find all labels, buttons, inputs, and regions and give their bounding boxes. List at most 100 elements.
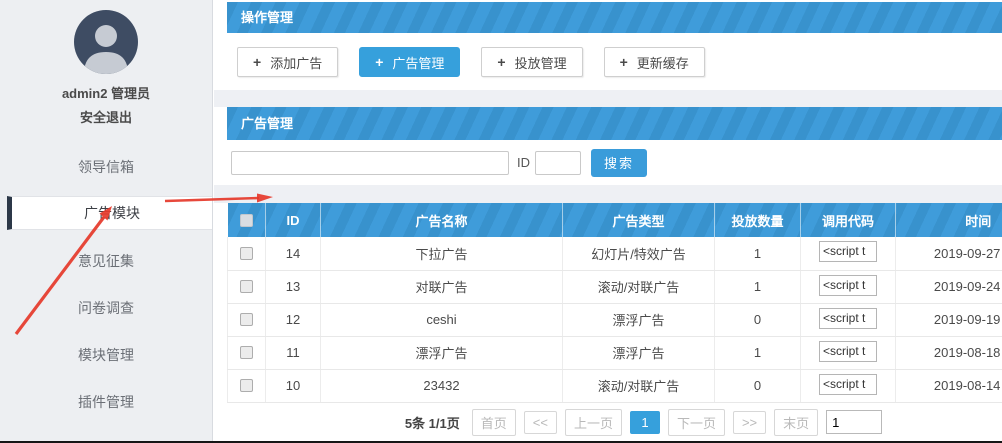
cell-id: 11 xyxy=(266,336,321,369)
sidebar-item-label: 问卷调查 xyxy=(78,298,134,318)
row-checkbox[interactable] xyxy=(240,313,253,326)
cell-time: 2019-09-27 14: xyxy=(896,237,1002,270)
id-input[interactable] xyxy=(535,151,581,175)
row-checkbox[interactable] xyxy=(240,280,253,293)
row-select-cell xyxy=(228,237,266,270)
sidebar: admin2 管理员 安全退出 领导信箱广告模块意见征集问卷调查模块管理插件管理… xyxy=(0,0,213,441)
keyword-input[interactable] xyxy=(231,151,509,175)
plus-icon: + xyxy=(497,54,505,70)
cell-name: 下拉广告 xyxy=(321,237,563,270)
section-divider xyxy=(214,90,1002,107)
last-page-button[interactable]: 末页 xyxy=(774,409,818,436)
toolbar-button-label: 添加广告 xyxy=(270,53,322,72)
table-row: 1023432滚动/对联广告0 <script t 2019-08-14 17: xyxy=(228,369,1002,402)
sidebar-item-label: 意见征集 xyxy=(78,251,134,271)
cell-code: <script t xyxy=(801,336,896,369)
cell-code: <script t xyxy=(801,237,896,270)
cell-count: 1 xyxy=(715,237,801,270)
cell-count: 0 xyxy=(715,303,801,336)
page-jump-input[interactable] xyxy=(826,410,882,434)
next-page-button[interactable]: 下一页 xyxy=(668,409,725,436)
row-checkbox[interactable] xyxy=(240,346,253,359)
sidebar-item-4[interactable]: 模块管理 xyxy=(0,331,212,378)
row-select-cell xyxy=(228,336,266,369)
toolbar-button-3[interactable]: +更新缓存 xyxy=(604,47,705,77)
sidebar-item-2[interactable]: 意见征集 xyxy=(0,237,212,284)
column-header-0: ID xyxy=(266,203,321,237)
cell-type: 滚动/对联广告 xyxy=(563,369,715,402)
sidebar-item-6[interactable]: 在线访谈 xyxy=(0,425,212,443)
row-select-cell xyxy=(228,369,266,402)
sidebar-menu: 领导信箱广告模块意见征集问卷调查模块管理插件管理在线访谈 xyxy=(0,143,212,443)
avatar xyxy=(74,10,138,74)
current-page-button[interactable]: 1 xyxy=(630,411,660,434)
row-checkbox[interactable] xyxy=(240,247,253,260)
code-snippet-box[interactable]: <script t xyxy=(819,374,877,395)
fast-next-button[interactable]: >> xyxy=(733,411,766,434)
row-select-cell xyxy=(228,270,266,303)
cell-count: 0 xyxy=(715,369,801,402)
code-snippet-box[interactable]: <script t xyxy=(819,275,877,296)
column-header-4: 调用代码 xyxy=(801,203,896,237)
cell-time: 2019-09-24 15: xyxy=(896,270,1002,303)
table-row: 14下拉广告幻灯片/特效广告1<script t2019-09-27 14: xyxy=(228,237,1002,270)
cell-name: 23432 xyxy=(321,369,563,402)
column-header-5: 时间 xyxy=(896,203,1002,237)
plus-icon: + xyxy=(253,54,261,70)
search-bar: ID 搜索 xyxy=(227,140,1002,185)
toolbar: + 添加广告 + 广告管理 + 投放管理 +更新缓存 xyxy=(227,33,1002,90)
code-snippet-box[interactable]: <script t xyxy=(819,308,877,329)
toolbar-button-label: 投放管理 xyxy=(515,53,567,72)
prev-page-button[interactable]: 上一页 xyxy=(565,409,622,436)
search-button[interactable]: 搜索 xyxy=(591,149,647,177)
main-content: 操作管理 +添加广告+广告管理+投放管理+更新缓存 广告管理 ID 搜索 ID广… xyxy=(214,0,1002,441)
toolbar-button-1[interactable]: + 广告管理 xyxy=(359,47,460,77)
cell-time: 2019-08-14 17: xyxy=(896,369,1002,402)
cell-count: 1 xyxy=(715,336,801,369)
plus-icon: + xyxy=(375,54,383,70)
first-page-button[interactable]: 首页 xyxy=(472,409,516,436)
cell-name: ceshi xyxy=(321,303,563,336)
id-label: ID xyxy=(517,155,530,170)
code-snippet-box[interactable]: <script t xyxy=(819,341,877,362)
sidebar-item-5[interactable]: 插件管理 xyxy=(0,378,212,425)
sidebar-item-0[interactable]: 领导信箱 xyxy=(0,143,212,190)
sidebar-item-1[interactable]: 广告模块 xyxy=(7,196,212,230)
table-row: 12ceshi漂浮广告0<script t2019-09-19 08: xyxy=(228,303,1002,336)
cell-id: 10 xyxy=(266,369,321,402)
cell-type: 滚动/对联广告 xyxy=(563,270,715,303)
cell-name: 漂浮广告 xyxy=(321,336,563,369)
cell-id: 12 xyxy=(266,303,321,336)
cell-code: <script t xyxy=(801,303,896,336)
operations-panel-header: 操作管理 xyxy=(227,2,1002,33)
code-snippet-box[interactable]: <script t xyxy=(819,241,877,262)
sidebar-item-label: 模块管理 xyxy=(78,345,134,365)
toolbar-button-label: 广告管理 xyxy=(392,53,444,72)
table-body: 14下拉广告幻灯片/特效广告1<script t2019-09-27 14:13… xyxy=(228,237,1002,402)
logout-link[interactable]: 安全退出 xyxy=(0,107,212,126)
fast-prev-button[interactable]: << xyxy=(524,411,557,434)
column-header-2: 广告类型 xyxy=(563,203,715,237)
column-header-1: 广告名称 xyxy=(321,203,563,237)
sidebar-item-3[interactable]: 问卷调查 xyxy=(0,284,212,331)
ad-panel-header: 广告管理 xyxy=(227,107,1002,140)
row-checkbox[interactable] xyxy=(240,379,253,392)
select-all-checkbox[interactable] xyxy=(240,214,253,227)
user-name: admin2 管理员 xyxy=(0,83,212,102)
toolbar-button-2[interactable]: + 投放管理 xyxy=(481,47,582,77)
cell-id: 14 xyxy=(266,237,321,270)
pagination: 5条 1/1页 首页 << 上一页 1 下一页 >> 末页 xyxy=(227,403,1002,442)
toolbar-button-0[interactable]: + 添加广告 xyxy=(237,47,338,77)
sidebar-item-label: 在线访谈 xyxy=(78,439,134,443)
ads-table: ID广告名称广告类型投放数量调用代码时间 14下拉广告幻灯片/特效广告1<scr… xyxy=(227,203,1002,403)
cell-name: 对联广告 xyxy=(321,270,563,303)
cell-code: <script t xyxy=(801,369,896,402)
sidebar-item-label: 插件管理 xyxy=(78,392,134,412)
ad-panel-title: 广告管理 xyxy=(241,116,293,131)
table-header-row: ID广告名称广告类型投放数量调用代码时间 xyxy=(228,203,1002,237)
plus-icon: + xyxy=(620,54,628,70)
cell-count: 1 xyxy=(715,270,801,303)
sidebar-item-label: 领导信箱 xyxy=(78,157,134,177)
sidebar-item-label: 广告模块 xyxy=(84,203,140,223)
cell-id: 13 xyxy=(266,270,321,303)
